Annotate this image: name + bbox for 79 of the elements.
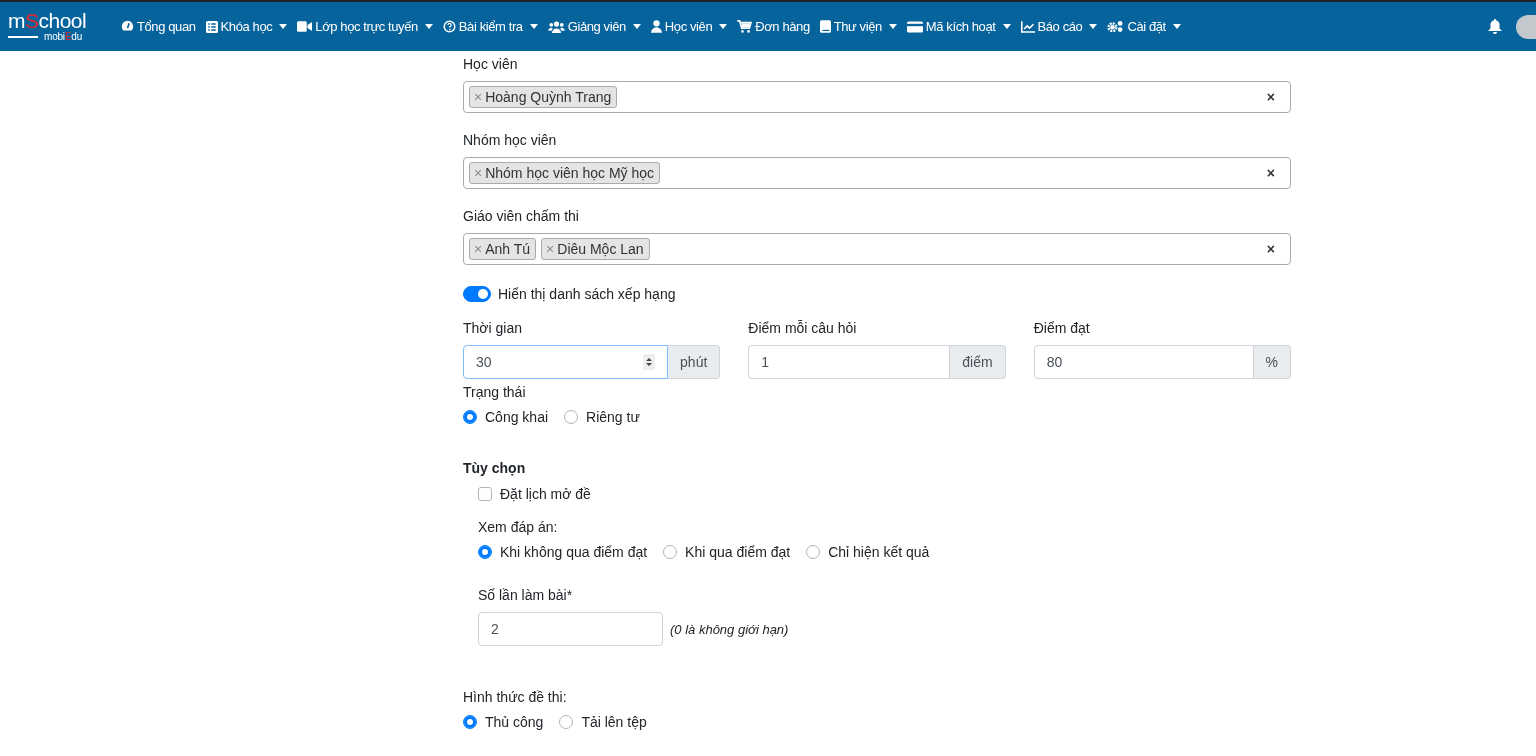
checkbox[interactable] bbox=[478, 487, 492, 501]
logo-subtitle: mobiEdu bbox=[44, 31, 83, 42]
nav-item[interactable]: Tổng quan bbox=[116, 19, 201, 34]
hint-text: (0 là không giới hạn) bbox=[670, 621, 789, 637]
switch-label: Hiển thị danh sách xếp hạng bbox=[498, 286, 676, 302]
checkbox-label: Đặt lịch mở đề bbox=[500, 486, 591, 502]
multi-select-field[interactable]: × Hoàng Quỳnh Trang × bbox=[463, 81, 1291, 113]
gears-icon bbox=[1107, 20, 1125, 33]
spinner-icon[interactable] bbox=[643, 354, 656, 370]
question-icon bbox=[442, 20, 456, 33]
unit-addon: % bbox=[1253, 345, 1291, 379]
caret-icon bbox=[632, 24, 641, 29]
clear-button[interactable]: × bbox=[1266, 89, 1275, 105]
caret-icon bbox=[719, 24, 728, 29]
book-icon bbox=[819, 20, 831, 33]
radio-label: Riêng tư bbox=[586, 409, 640, 425]
field-label: Thời gian bbox=[463, 320, 523, 337]
caret-icon bbox=[424, 24, 433, 29]
logo-title: mSchool bbox=[8, 11, 88, 31]
field-label: Hình thức đề thi: bbox=[463, 689, 568, 706]
unit-addon: điểm bbox=[950, 345, 1006, 379]
input-field[interactable]: 2 bbox=[478, 612, 663, 646]
radio-label: Thủ công bbox=[485, 714, 544, 730]
tag-label: Nhóm học viên học Mỹ học bbox=[485, 164, 655, 182]
nav-item[interactable]: Báo cáo bbox=[1015, 19, 1103, 34]
radio-label: Khi qua điểm đạt bbox=[685, 544, 791, 560]
radio-label: Chỉ hiện kết quả bbox=[828, 544, 930, 560]
input-field[interactable]: 80 bbox=[1033, 345, 1254, 379]
section-heading: Tùy chọn bbox=[463, 460, 527, 476]
radio-button[interactable] bbox=[463, 715, 477, 729]
field-label: Số lần làm bài* bbox=[478, 587, 574, 604]
clear-button[interactable]: × bbox=[1266, 165, 1275, 181]
field-label: Xem đáp án: bbox=[478, 519, 559, 536]
nav-item[interactable]: Giảng viên bbox=[542, 19, 646, 34]
tag-label: Anh Tú bbox=[485, 240, 531, 258]
caret-icon bbox=[279, 24, 288, 29]
nav-item[interactable]: Thư viện bbox=[814, 19, 902, 34]
caret-icon bbox=[1172, 24, 1181, 29]
avatar[interactable] bbox=[1516, 14, 1536, 39]
video-camera-icon bbox=[297, 21, 313, 32]
radio-button[interactable] bbox=[463, 410, 477, 424]
field-label: Học viên bbox=[463, 56, 519, 73]
credit-card-icon bbox=[906, 20, 923, 33]
list-icon bbox=[205, 20, 218, 33]
nav-item[interactable]: Bài kiểm tra bbox=[437, 19, 543, 34]
users-icon bbox=[547, 20, 565, 33]
user-icon bbox=[650, 20, 662, 33]
tag-label: Diêu Mộc Lan bbox=[557, 240, 644, 258]
multi-select-field[interactable]: × Nhóm học viên học Mỹ học × bbox=[463, 157, 1291, 189]
nav-item[interactable]: Lớp học trực tuyến bbox=[292, 19, 438, 34]
input-field[interactable]: 30 bbox=[463, 345, 669, 379]
nav-item[interactable]: Mã kích hoạt bbox=[901, 19, 1016, 34]
nav-item[interactable]: Đơn hàng bbox=[732, 19, 815, 34]
nav-item[interactable]: Học viên bbox=[645, 19, 733, 34]
line-chart-icon bbox=[1020, 20, 1035, 33]
toggle-switch[interactable] bbox=[463, 286, 491, 302]
field-label: Điểm mỗi câu hỏi bbox=[748, 320, 858, 337]
field-label: Giáo viên chấm thi bbox=[463, 208, 580, 225]
nav-item[interactable]: Khóa học bbox=[200, 19, 293, 34]
clear-button[interactable]: × bbox=[1266, 241, 1275, 257]
gauge-icon bbox=[121, 20, 134, 33]
nav-item[interactable]: Cài đặt bbox=[1102, 19, 1186, 34]
caret-icon bbox=[1089, 24, 1098, 29]
radio-label: Khi không qua điểm đạt bbox=[500, 544, 648, 560]
field-label: Điểm đạt bbox=[1033, 320, 1091, 337]
radio-button[interactable] bbox=[478, 545, 492, 559]
bell-icon[interactable] bbox=[1488, 19, 1502, 34]
field-label: Trạng thái bbox=[463, 384, 527, 401]
unit-addon: phút bbox=[668, 345, 721, 379]
cart-icon bbox=[737, 20, 753, 33]
caret-icon bbox=[1002, 24, 1011, 29]
radio-label: Tải lên tệp bbox=[581, 714, 647, 730]
radio-label: Công khai bbox=[485, 409, 549, 425]
multi-select-field[interactable]: × Anh Tú × Diêu Mộc Lan × bbox=[463, 233, 1291, 265]
field-label: Nhóm học viên bbox=[463, 132, 558, 149]
caret-icon bbox=[529, 24, 538, 29]
caret-icon bbox=[888, 24, 897, 29]
tag-label: Hoàng Quỳnh Trang bbox=[485, 88, 612, 106]
input-field[interactable]: 1 bbox=[748, 345, 951, 379]
